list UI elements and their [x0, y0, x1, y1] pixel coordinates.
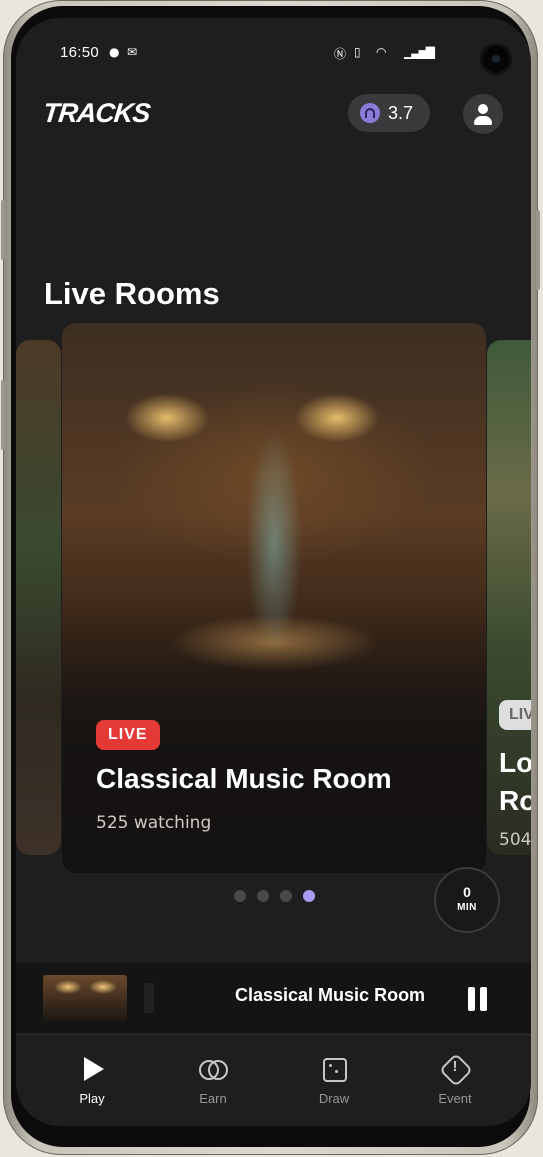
tab-play[interactable]: Play: [52, 1055, 132, 1106]
tab-earn[interactable]: Earn: [173, 1055, 253, 1106]
status-bar: 16:50 ● ✉ Ⓝ ▯ ◠ ▁▃▅▇: [16, 18, 531, 76]
carousel-dot[interactable]: [257, 890, 269, 902]
tab-label: Event: [438, 1091, 472, 1106]
watching-count: 525 watching: [96, 813, 212, 833]
nfc-icon: Ⓝ: [334, 47, 347, 61]
live-badge: LIVE: [96, 720, 160, 750]
timer-button[interactable]: 0 MIN: [434, 867, 500, 933]
mini-player[interactable]: Classical Music Room: [16, 963, 531, 1033]
watching-count: 504: [499, 830, 531, 850]
points-value: 3.7: [388, 102, 414, 123]
user-icon-body: [474, 116, 492, 125]
app-screen: 16:50 ● ✉ Ⓝ ▯ ◠ ▁▃▅▇ TRACKS 3.7 Live Roo…: [16, 18, 531, 1126]
chat-bubble-icon: ●: [109, 45, 120, 59]
marquee-fade: [144, 983, 154, 1013]
app-logo: TRACKS: [41, 98, 152, 128]
event-icon: [441, 1055, 469, 1083]
room-title-line1: Lo: [499, 747, 531, 778]
room-title: Classical Music Room: [96, 763, 392, 794]
live-badge: LIV: [499, 700, 531, 730]
room-title-line2: Ro: [499, 785, 531, 816]
room-title: Lo Ro: [499, 744, 531, 820]
carousel-dot[interactable]: [303, 890, 315, 902]
now-playing-title: Classical Music Room: [235, 985, 426, 1005]
bottom-tab-bar: Play Earn Draw Event: [16, 1034, 531, 1126]
user-icon: [478, 104, 488, 114]
tab-event[interactable]: Event: [415, 1055, 495, 1106]
power-button: [536, 210, 540, 290]
bixby-button: [1, 380, 5, 450]
carousel-card-previous[interactable]: [16, 340, 61, 855]
mail-icon: ✉: [127, 45, 138, 59]
carousel-dot[interactable]: [280, 890, 292, 902]
earn-icon: [199, 1055, 228, 1083]
volume-button: [1, 200, 5, 260]
dice-icon: [320, 1055, 348, 1083]
wifi-icon: ◠: [376, 45, 387, 59]
timer-value: 0: [463, 884, 471, 900]
tab-label: Draw: [318, 1091, 350, 1106]
now-playing-thumbnail: [43, 975, 127, 1021]
front-camera: [483, 46, 509, 72]
signal-icon: ▁▃▅▇: [404, 45, 435, 59]
phone-frame: 16:50 ● ✉ Ⓝ ▯ ◠ ▁▃▅▇ TRACKS 3.7 Live Roo…: [1, 0, 540, 1155]
play-icon: [78, 1055, 106, 1083]
headphones-icon: [360, 103, 380, 123]
carousel-dot[interactable]: [234, 890, 246, 902]
carousel-card-next[interactable]: LIV Lo Ro 504: [487, 340, 531, 855]
tab-draw[interactable]: Draw: [294, 1055, 374, 1106]
points-button[interactable]: 3.7: [348, 94, 430, 132]
pause-icon[interactable]: [466, 987, 490, 1011]
timer-unit: MIN: [457, 902, 477, 913]
carousel-dots: [234, 890, 315, 902]
carousel-card-current[interactable]: LIVE Classical Music Room 525 watching: [62, 323, 486, 873]
tab-label: Earn: [199, 1091, 227, 1106]
vibrate-icon: ▯: [354, 45, 361, 59]
section-title: Live Rooms: [44, 276, 220, 311]
status-time: 16:50: [60, 44, 100, 61]
profile-button[interactable]: [463, 94, 503, 134]
tab-label: Play: [79, 1091, 105, 1106]
